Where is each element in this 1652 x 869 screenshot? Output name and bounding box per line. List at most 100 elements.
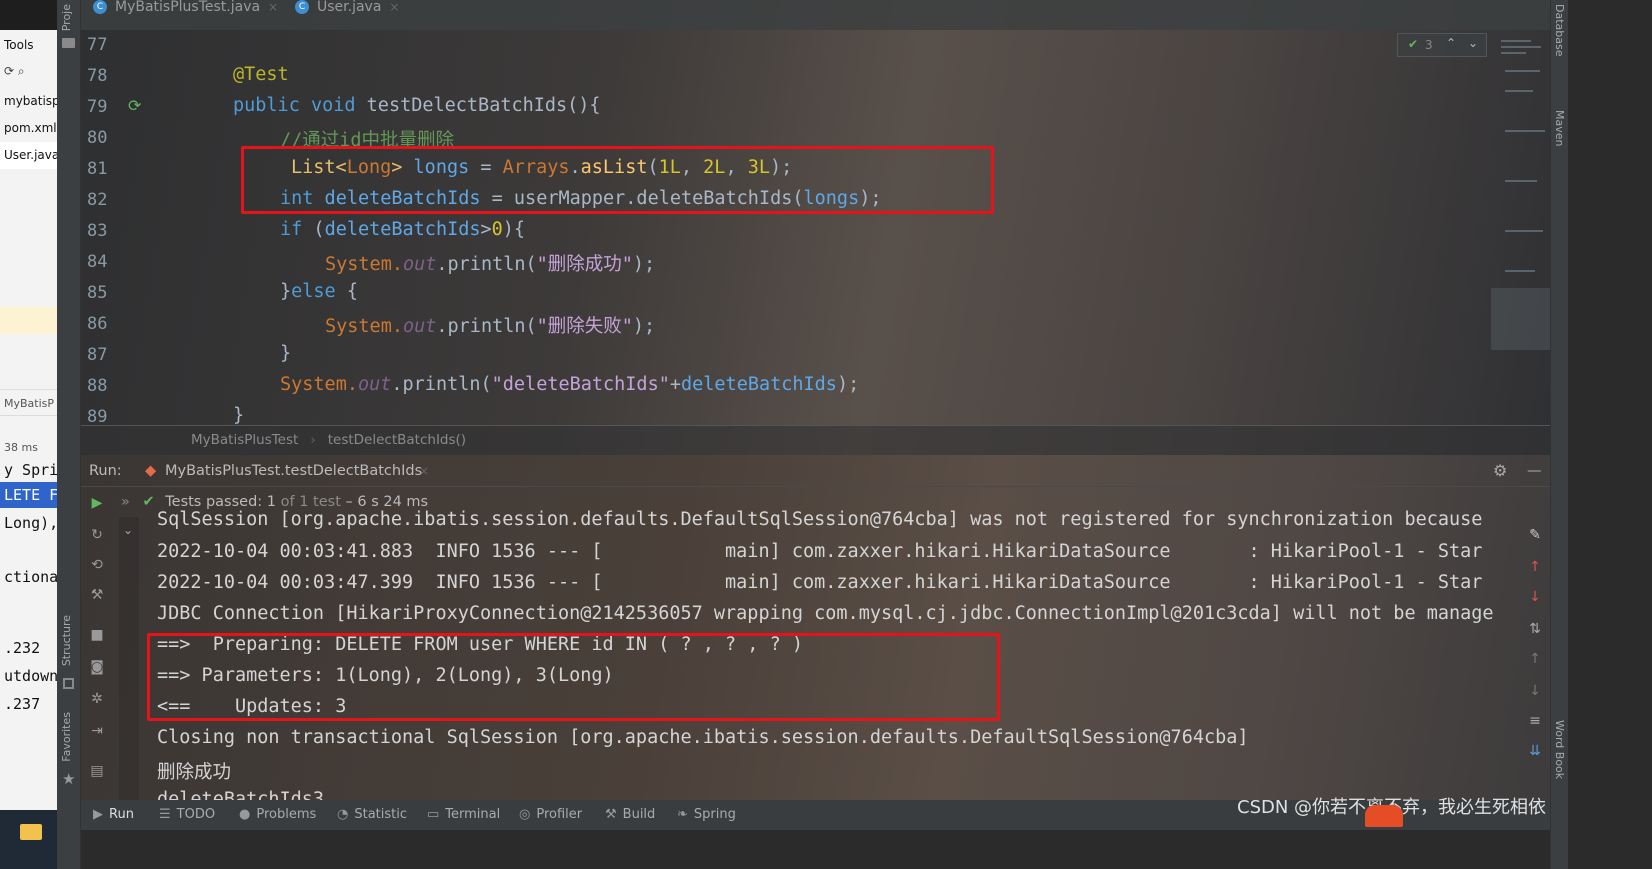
code-fragment: .237	[4, 695, 41, 713]
settings-icon[interactable]: ✲	[89, 691, 105, 707]
scroll-up-icon[interactable]: ↑	[1527, 651, 1543, 667]
expand-icon[interactable]: »	[121, 494, 130, 510]
rerun-failed-icon[interactable]: ↻	[89, 527, 105, 543]
tab-problems[interactable]: ● Problems	[239, 800, 316, 830]
terminal-icon: ▭	[427, 807, 440, 822]
folder-icon[interactable]	[62, 38, 75, 48]
arrow-up-icon[interactable]: ↑	[1527, 559, 1543, 575]
tab-build[interactable]: ⚒ Build	[605, 800, 655, 830]
play-icon: ▶	[93, 807, 103, 822]
inspection-count: 3	[1425, 38, 1433, 52]
camera-icon[interactable]: ◙	[89, 659, 105, 675]
line-number: 89	[87, 407, 108, 427]
favorites-tool-tab[interactable]: Favorites	[60, 712, 73, 762]
taskbar	[0, 810, 57, 869]
breadcrumb-separator: ›	[310, 432, 316, 448]
status-prefix: Tests passed:	[165, 494, 263, 510]
title-strip	[0, 0, 57, 30]
code-line-86: System.out.println("删除失败");	[325, 316, 656, 337]
status-of: of 1 test	[280, 494, 341, 510]
sort-icon[interactable]: ⇅	[1527, 621, 1543, 637]
status-time: – 6 s 24 ms	[345, 494, 429, 510]
wrench-icon[interactable]: ⚒	[89, 587, 105, 603]
stop-icon[interactable]: ■	[89, 627, 105, 643]
scroll-to-end-icon[interactable]: ⇊	[1527, 743, 1543, 759]
code-minimap[interactable]	[1491, 30, 1550, 425]
tab-user[interactable]: C User.java ×	[295, 0, 399, 30]
close-icon[interactable]: ×	[389, 0, 399, 14]
rerun-icon[interactable]: ▶	[89, 495, 105, 511]
chevron-up-icon[interactable]: ⌃	[1446, 36, 1456, 50]
run-panel: Run: ◆ MyBatisPlusTest.testDelectBatchId…	[81, 455, 1550, 800]
project-item-mybatisplus[interactable]: mybatisplu	[0, 88, 57, 115]
breadcrumb-class[interactable]: MyBatisPlusTest	[191, 432, 298, 448]
chevron-down-icon[interactable]: ⌄	[1468, 36, 1478, 50]
minimap-viewport[interactable]	[1491, 288, 1550, 350]
toggle-auto-test-icon[interactable]: ⟲	[89, 557, 105, 573]
minimize-icon[interactable]: —	[1527, 455, 1542, 487]
soft-wrap-icon[interactable]: ≡	[1527, 713, 1543, 729]
line-number: 77	[87, 35, 108, 55]
console-line: 2022-10-04 00:03:47.399 INFO 1536 --- [ …	[157, 572, 1483, 593]
arrow-down-icon[interactable]: ↓	[1527, 589, 1543, 605]
tab-todo[interactable]: ☰ TODO	[159, 800, 215, 830]
line-number: 80	[87, 128, 108, 148]
edit-icon[interactable]: ✎	[1527, 527, 1543, 543]
ime-logo-icon	[1365, 805, 1403, 827]
code-line-85: }else {	[280, 281, 358, 302]
tab-statistic[interactable]: ◔ Statistic	[337, 800, 407, 830]
run-config-tab[interactable]: MyBatisPlusTest.testDelectBatchIds	[165, 455, 422, 487]
star-icon[interactable]: ★	[62, 770, 75, 788]
code-editor[interactable]: C MyBatisPlusTest.java × C User.java × ✔ 3…	[81, 0, 1550, 455]
inspection-widget[interactable]: ✔ 3 ⌃ ⌄	[1397, 33, 1487, 57]
folder-icon[interactable]	[20, 824, 42, 840]
code-line-84: System.out.println("删除成功");	[325, 254, 656, 275]
tab-profiler[interactable]: ◎ Profiler	[519, 800, 582, 830]
highlight-box	[147, 633, 1000, 721]
code-fragment: .232	[4, 639, 41, 657]
maven-tool-tab[interactable]: Maven	[1553, 110, 1566, 146]
database-tool-tab[interactable]: Database	[1553, 4, 1566, 57]
info-icon: ●	[239, 807, 251, 822]
project-tool-tab[interactable]: Proje	[60, 4, 73, 31]
background-app-window: Tools ⟳ ⌕ mybatisplu pom.xml User.java M…	[0, 0, 57, 869]
wordbook-tool-tab[interactable]: Word Book	[1553, 720, 1566, 779]
close-icon[interactable]: ×	[419, 455, 429, 487]
find-icon[interactable]: ⌕	[18, 64, 25, 78]
console-line: 删除成功	[157, 762, 232, 783]
close-icon[interactable]: ×	[268, 0, 278, 14]
gear-icon[interactable]: ⚙	[1493, 455, 1507, 487]
tab-mybatisplustest[interactable]: C MyBatisPlusTest.java ×	[93, 0, 278, 30]
scroll-down-icon[interactable]: ↓	[1527, 683, 1543, 699]
line-number: 79	[87, 97, 108, 117]
project-item-user[interactable]: User.java	[0, 142, 57, 169]
structure-icon[interactable]	[63, 678, 74, 689]
run-label: Run:	[89, 463, 122, 479]
tab-spring[interactable]: ❧ Spring	[677, 800, 736, 830]
menu-tools[interactable]: Tools	[0, 30, 57, 58]
run-toolbar: ▶ ↻ ⟲ ⚒ ■ ◙ ✲ ⇥ ▤	[81, 487, 113, 800]
tab-terminal[interactable]: ▭ Terminal	[427, 800, 500, 830]
project-item-pom[interactable]: pom.xml	[0, 115, 57, 142]
project-footer-label: MyBatisP	[0, 389, 57, 416]
run-icon[interactable]: ⟳	[4, 64, 14, 78]
check-icon: ✔	[1408, 37, 1419, 51]
export-icon[interactable]: ⇥	[89, 723, 105, 739]
console-toolbar: ✎ ↑ ↓ ⇅ ↑ ↓ ≡ ⇊	[1521, 517, 1550, 800]
chevron-down-icon[interactable]: ⌄	[123, 523, 133, 537]
run-test-icon[interactable]: ⟳	[128, 96, 141, 115]
layout-icon[interactable]: ▤	[89, 763, 105, 779]
breadcrumb-method[interactable]: testDelectBatchIds()	[328, 432, 466, 448]
line-number: 81	[87, 159, 108, 179]
console-line: Closing non transactional SqlSession [or…	[157, 727, 1249, 748]
line-gutter: 77 78 79 80 81 82 83 84 85 86 87 88 89 ⟳	[81, 30, 221, 427]
line-number: 88	[87, 376, 108, 396]
code-fragment: LETE F	[0, 482, 57, 508]
structure-tool-tab[interactable]: Structure	[60, 615, 73, 666]
line-number: 85	[87, 283, 108, 303]
tree-collapse[interactable]: ⌄	[119, 517, 139, 800]
code-fragment: y Spri	[4, 461, 57, 479]
tab-run[interactable]: ▶ Run	[93, 800, 134, 830]
test-config-icon: ◆	[145, 463, 157, 479]
list-icon: ☰	[159, 807, 171, 822]
